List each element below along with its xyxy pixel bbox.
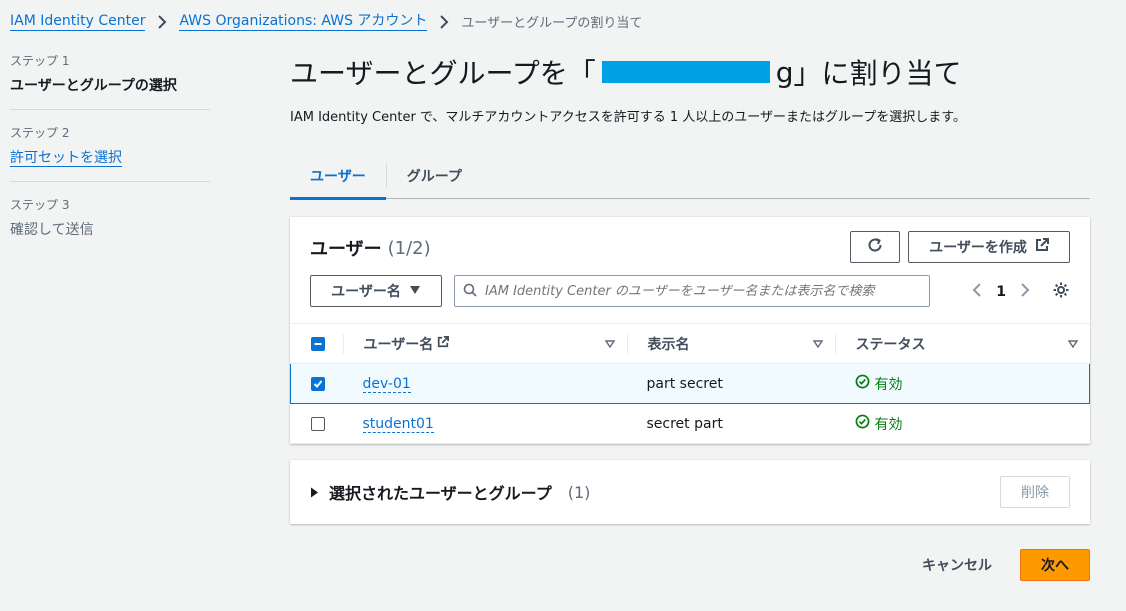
page-number[interactable]: 1 (996, 284, 1006, 300)
cancel-button[interactable]: キャンセル (922, 555, 992, 575)
gear-icon[interactable] (1052, 281, 1070, 303)
sort-caret-icon[interactable] (1067, 336, 1078, 352)
column-username-label: ユーザー名 (363, 336, 434, 353)
chevron-right-icon (157, 14, 167, 29)
search-icon (463, 282, 477, 301)
username-link[interactable]: student01 (362, 415, 434, 433)
create-user-button[interactable]: ユーザーを作成 (908, 231, 1070, 263)
status-text: 有効 (874, 376, 903, 393)
table-row[interactable]: student01 secret part 有効 (290, 403, 1090, 444)
breadcrumb-current: ユーザーとグループの割り当て (461, 16, 643, 31)
status-badge: 有効 (855, 414, 903, 434)
pagination: 1 (972, 281, 1070, 303)
delete-button[interactable]: 削除 (1000, 476, 1070, 508)
status-badge: 有効 (855, 374, 903, 394)
page-title-suffix-char: g (775, 55, 794, 89)
column-status-label: ステータス (855, 336, 926, 353)
breadcrumb-aws-organizations[interactable]: AWS Organizations: AWS アカウント (179, 12, 428, 31)
display-name-cell: part secret (626, 363, 835, 404)
username-cell: dev-01 (342, 363, 627, 404)
step-number: ステップ 2 (10, 126, 70, 140)
search-box (454, 275, 930, 307)
sort-caret-icon[interactable] (812, 336, 823, 352)
users-table: ユーザー名 表示名 ステータス dev-01 part secret 有効 st… (290, 323, 1090, 444)
table-row[interactable]: dev-01 part secret 有効 (290, 363, 1090, 404)
filter-property-select[interactable]: ユーザー名 (310, 275, 442, 307)
users-panel-count: (1/2) (387, 237, 431, 259)
username-cell: student01 (342, 403, 627, 444)
users-panel: ユーザー (1/2) ユーザーを作成 ユーザー名 IAM Identity Ce… (290, 217, 1090, 444)
username-link[interactable]: dev-01 (362, 375, 411, 393)
filter-property-label: ユーザー名 (331, 284, 401, 300)
check-circle-icon (855, 374, 870, 393)
status-cell: 有効 (834, 403, 1090, 444)
check-circle-icon (855, 414, 870, 433)
wizard-steps: ステップ 1 ユーザーとグループの選択 ステップ 2 許可セットを選択 ステップ… (10, 52, 210, 267)
display-name-cell: secret part (626, 403, 835, 444)
caret-down-icon (409, 283, 421, 299)
step-number: ステップ 1 (10, 54, 70, 68)
selected-panel-count: (1) (567, 482, 591, 502)
step-2: ステップ 2 許可セットを選択 (10, 124, 210, 182)
caret-right-icon (310, 483, 319, 502)
external-link-icon (437, 335, 450, 352)
row-checkbox[interactable] (310, 416, 325, 431)
step-3: ステップ 3 確認して送信 (10, 196, 210, 253)
row-select-cell (290, 403, 343, 444)
step-1: ステップ 1 ユーザーとグループの選択 (10, 52, 210, 110)
page-title-prefix: ユーザーとグループを「 (290, 57, 596, 90)
selected-users-groups-panel: 選択されたユーザーとグループ (1) 削除 (290, 460, 1090, 524)
step-number: ステップ 3 (10, 198, 70, 212)
create-user-label: ユーザーを作成 (929, 240, 1027, 256)
wizard-actions: キャンセル 次へ (922, 549, 1090, 581)
page-title: ユーザーとグループを「 g 」に割り当て (290, 52, 1090, 92)
page-description: IAM Identity Center で、マルチアカウントアクセスを許可する … (290, 110, 966, 125)
breadcrumb-iam-identity-center[interactable]: IAM Identity Center (10, 12, 146, 31)
column-header-username[interactable]: ユーザー名 (342, 323, 627, 364)
table-header-row: ユーザー名 表示名 ステータス (290, 323, 1090, 364)
column-header-status[interactable]: ステータス (834, 323, 1090, 364)
status-cell: 有効 (834, 363, 1090, 404)
main-content: ユーザーとグループを「 g 」に割り当て IAM Identity Center… (290, 52, 1090, 581)
chevron-right-icon (439, 14, 449, 29)
row-select-cell (290, 363, 343, 404)
row-checkbox[interactable] (311, 376, 325, 391)
page-title-suffix: 」に割り当て (793, 57, 962, 90)
filter-row: ユーザー名 (310, 275, 930, 307)
column-display-name-label: 表示名 (647, 336, 690, 353)
step-title-review: 確認して送信 (10, 222, 94, 238)
selected-panel-toggle[interactable]: 選択されたユーザーとグループ (1) (310, 480, 590, 504)
select-all-checkbox[interactable] (310, 336, 325, 351)
chevron-right-icon[interactable] (1020, 283, 1030, 301)
sort-caret-icon[interactable] (604, 336, 615, 352)
tab-bar: ユーザー グループ (290, 153, 1090, 200)
step-title-select-users: ユーザーとグループの選択 (10, 78, 177, 94)
breadcrumb: IAM Identity Center AWS Organizations: A… (10, 12, 642, 31)
next-button[interactable]: 次へ (1020, 549, 1090, 581)
status-text: 有効 (874, 416, 903, 433)
tab-groups[interactable]: グループ (387, 153, 482, 198)
users-panel-header: ユーザー (1/2) ユーザーを作成 ユーザー名 IAM Identity Ce… (290, 217, 1090, 323)
refresh-button[interactable] (850, 231, 900, 263)
column-header-display-name[interactable]: 表示名 (626, 323, 835, 364)
redacted-account-name (601, 61, 770, 83)
refresh-icon (867, 237, 883, 257)
header-select-all-cell (290, 323, 343, 364)
search-input[interactable] (485, 283, 921, 299)
tab-users[interactable]: ユーザー (290, 153, 386, 200)
step-link-permission-sets[interactable]: 許可セットを選択 (10, 150, 122, 167)
chevron-left-icon[interactable] (972, 283, 982, 301)
external-link-icon (1035, 238, 1049, 256)
selected-panel-title: 選択されたユーザーとグループ (329, 484, 552, 503)
users-panel-title-text: ユーザー (310, 239, 382, 260)
